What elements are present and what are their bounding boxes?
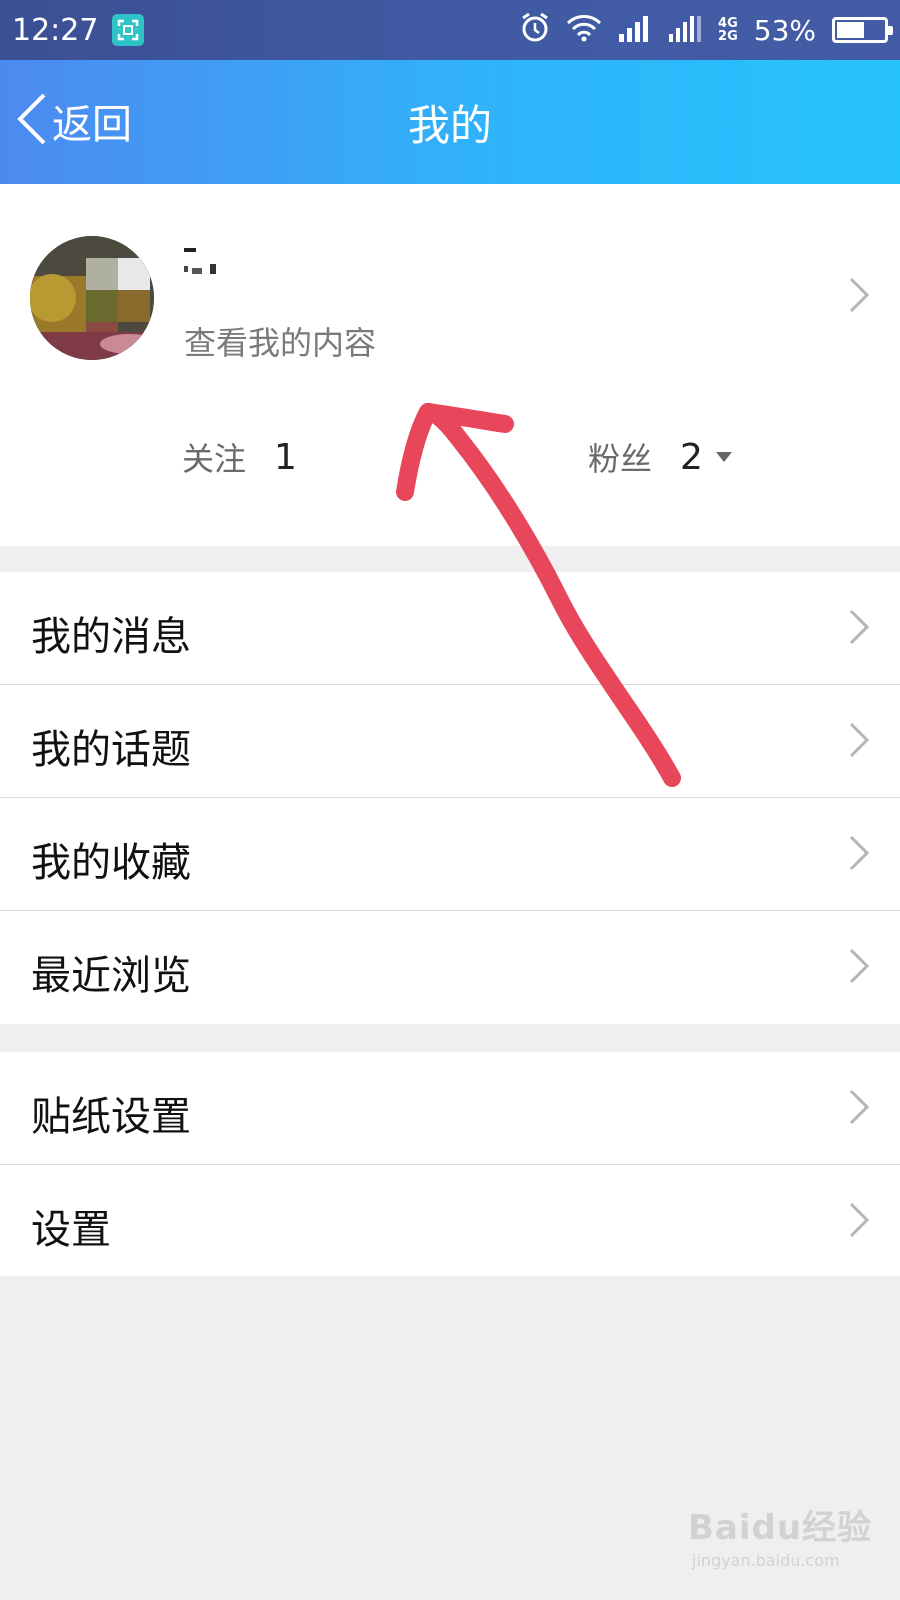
menu-item-messages[interactable]: 我的消息 [0, 572, 900, 685]
menu-item-favorites[interactable]: 我的收藏 [0, 798, 900, 911]
avatar[interactable] [30, 236, 154, 360]
chevron-right-icon [848, 276, 870, 318]
menu-item-label: 贴纸设置 [31, 1094, 191, 1140]
watermark: Baidu经验 jingyan.baidu.com [688, 1500, 872, 1570]
menu-group-settings: 贴纸设置 设置 [0, 1052, 900, 1276]
status-bar: 12:27 4G 2G 53% [0, 0, 900, 60]
nav-bar: 返回 我的 [0, 60, 900, 184]
menu-item-label: 设置 [31, 1207, 111, 1253]
page-title: 我的 [407, 101, 492, 150]
follow-count: 1 [274, 436, 297, 478]
chevron-right-icon [848, 947, 870, 989]
alarm-icon [520, 12, 550, 48]
chevron-right-icon [848, 608, 870, 650]
caret-down-icon [715, 448, 733, 467]
battery-percent: 53% [753, 13, 816, 47]
menu-item-recent[interactable]: 最近浏览 [0, 911, 900, 1024]
signal-icon [618, 14, 652, 46]
status-time: 12:27 [12, 12, 99, 48]
menu-item-sticker-settings[interactable]: 贴纸设置 [0, 1052, 900, 1165]
watermark-sub: jingyan.baidu.com [692, 1551, 840, 1570]
menu-item-settings[interactable]: 设置 [0, 1165, 900, 1278]
stats-row: 关注 1 粉丝 2 [0, 404, 900, 524]
menu-item-topics[interactable]: 我的话题 [0, 685, 900, 798]
username [184, 244, 244, 284]
fans-stat[interactable]: 粉丝 2 [588, 434, 733, 480]
menu-item-label: 我的话题 [31, 727, 191, 773]
menu-item-label: 我的收藏 [31, 840, 191, 886]
chevron-right-icon [848, 834, 870, 876]
fans-label: 粉丝 [588, 440, 653, 478]
chevron-right-icon [848, 1201, 870, 1243]
fans-count: 2 [680, 436, 703, 478]
menu-group-main: 我的消息 我的话题 我的收藏 最近浏览 [0, 572, 900, 1024]
signal-secondary-icon [668, 14, 702, 46]
follow-label: 关注 [182, 440, 247, 478]
screenshot-icon [112, 14, 145, 46]
menu-item-label: 我的消息 [31, 614, 191, 660]
chevron-right-icon [848, 721, 870, 763]
profile-card: 查看我的内容 关注 1 粉丝 2 [0, 184, 900, 546]
battery-icon [832, 17, 893, 43]
network-2g-label: 2G [718, 29, 738, 44]
network-type: 4G 2G [718, 17, 738, 43]
watermark-main: Baidu经验 [688, 1508, 873, 1548]
battery-fill [837, 22, 864, 38]
chevron-right-icon [848, 1088, 870, 1130]
follow-stat[interactable]: 关注 1 [182, 434, 297, 480]
profile-row[interactable]: 查看我的内容 [0, 184, 900, 394]
menu-item-label: 最近浏览 [31, 953, 191, 999]
view-my-content: 查看我的内容 [184, 324, 377, 362]
wifi-icon [566, 14, 602, 46]
